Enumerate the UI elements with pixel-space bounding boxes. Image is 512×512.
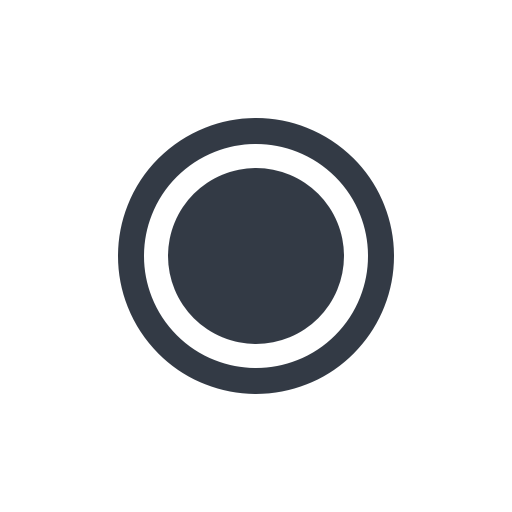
inner-dot — [168, 168, 344, 344]
icon-canvas — [0, 0, 512, 512]
radio-button-checked-icon — [118, 118, 394, 394]
